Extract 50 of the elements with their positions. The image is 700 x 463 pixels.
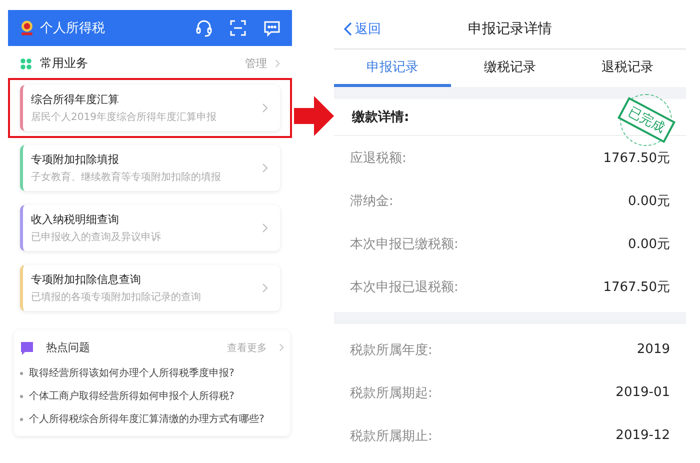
service-card[interactable]: 收入纳税明细查询 已申报收入的查询及异议申诉 [20,205,280,251]
card-subtitle: 已填报的各项专项附加扣除记录的查询 [31,290,202,304]
page-title: 申报记录详情 [468,20,552,38]
field-label: 税款所属期止: [350,428,432,444]
question-link[interactable]: 取得经营所得该如何办理个人所得税季度申报? [29,366,234,380]
chevron-icon [262,103,268,113]
card-title: 收入纳税明细查询 [31,212,120,227]
bullet-icon [20,418,23,420]
card-subtitle: 已申报收入的查询及异议申诉 [31,230,162,244]
field-label: 税款所属期起: [350,384,432,402]
section-title: 常用业务 [40,55,88,72]
field-value: 2019 [636,342,670,357]
scan-icon[interactable] [228,18,248,38]
card-title: 专项附加扣除填报 [31,152,120,167]
headset-icon[interactable] [194,18,214,38]
question-link[interactable]: 个人所得税综合所得年度汇算清缴的办理方式有哪些? [29,412,264,426]
field-value: 1767.50元 [603,278,670,296]
field-value: 2019-01 [616,385,670,400]
bullet-icon [20,394,23,398]
app-title: 个人所得税 [40,20,105,37]
field-label: 应退税额: [350,150,406,166]
arrow-icon [294,96,334,136]
field-label: 本次申报已退税额: [350,278,458,296]
chevron-icon [275,59,280,68]
grid-icon [20,58,32,70]
service-card[interactable]: 专项附加扣除填报 子女教育、继续教育等专项附加扣除的填报 [20,145,280,191]
question-icon [20,340,34,354]
field-label: 本次申报已缴税额: [350,236,458,252]
field-label: 滞纳金: [350,192,394,210]
card-subtitle: 子女教育、继续教育等专项附加扣除的填报 [31,170,222,184]
section-title: 缴款详情: [352,108,410,126]
chevron-icon [262,283,268,293]
card-title: 综合所得年度汇算 [31,92,120,107]
bullet-icon [20,372,23,374]
chevron-icon [262,223,268,233]
chevron-icon [279,343,284,352]
back-button[interactable]: 返回 [344,20,381,38]
field-value: 2019-12 [616,428,670,443]
hot-questions-title: 热点问题 [46,340,90,355]
field-value: 0.00元 [628,192,670,210]
service-card[interactable]: 综合所得年度汇算 居民个人2019年度综合所得年度汇算申报 [20,85,280,131]
question-link[interactable]: 个体工商户取得经营所得如何申报个人所得税? [29,389,234,403]
back-chevron-icon [344,22,352,36]
field-label: 税款所属年度: [350,342,432,358]
field-value: 1767.50元 [603,150,670,166]
card-subtitle: 居民个人2019年度综合所得年度汇算申报 [31,110,218,124]
chevron-icon [262,163,268,173]
service-card[interactable]: 专项附加扣除信息查询 已填报的各项专项附加扣除记录的查询 [20,265,280,311]
field-value: 0.00元 [628,236,670,252]
card-title: 专项附加扣除信息查询 [31,272,142,287]
